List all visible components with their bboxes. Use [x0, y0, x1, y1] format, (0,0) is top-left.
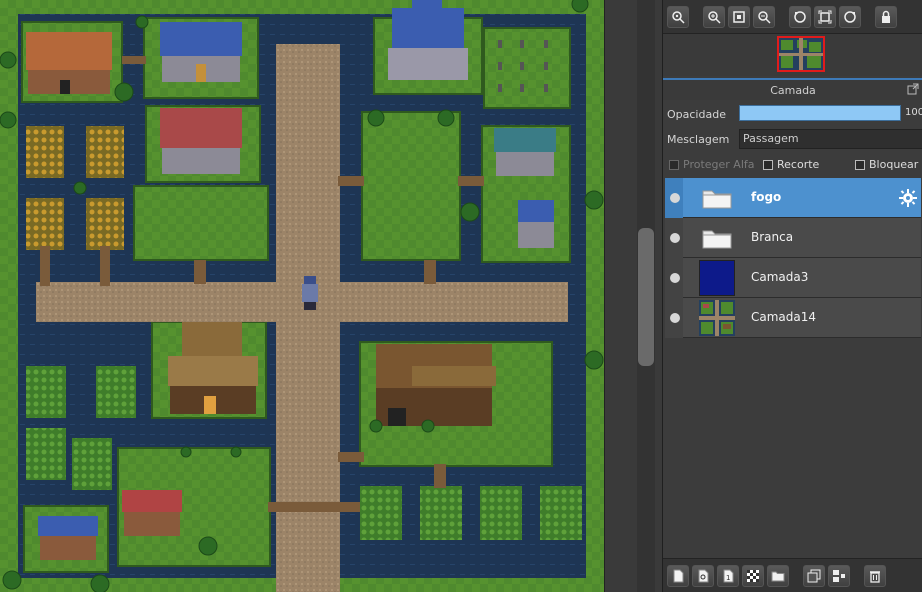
layer-thumbnail-fill	[699, 260, 735, 296]
house-small-blue	[518, 200, 554, 248]
layer-name: Camada14	[751, 310, 817, 324]
clip-label: Recorte	[777, 158, 820, 171]
visibility-toggle-icon[interactable]	[670, 193, 680, 203]
layer-row-fogo[interactable]: fogo	[665, 178, 921, 218]
navigator-thumbnail	[779, 38, 823, 70]
barn	[376, 344, 496, 426]
navigator-lock-icon	[882, 10, 890, 23]
layer-list: fogo Branca Camada3 Camada14	[665, 178, 921, 338]
player-character-sprite[interactable]	[302, 276, 318, 310]
new-vector-layer-icon	[698, 569, 709, 582]
rotate-right-button[interactable]	[839, 5, 861, 28]
zoom-out-button[interactable]	[753, 5, 775, 28]
visibility-toggle-icon[interactable]	[670, 273, 680, 283]
undo-rotate-icon	[794, 10, 806, 23]
new-layer-button[interactable]	[667, 564, 689, 587]
merge-layer-icon	[833, 569, 845, 582]
zoom-reset-icon	[672, 10, 685, 24]
redo-rotate-icon	[844, 10, 856, 23]
popout-icon[interactable]	[907, 83, 919, 95]
protect-alpha-checkbox[interactable]: Proteger Alfa	[669, 158, 755, 171]
checkbox-box	[763, 159, 773, 170]
merge-layer-button[interactable]	[828, 564, 850, 587]
visibility-toggle-icon[interactable]	[670, 313, 680, 323]
fullscreen-button[interactable]	[814, 5, 836, 28]
house-teal-roof	[494, 128, 556, 176]
svg-text:1: 1	[726, 574, 730, 582]
clip-checkbox[interactable]: Recorte	[763, 158, 819, 171]
layer-name: Branca	[751, 230, 794, 244]
layer-row-branca[interactable]: Branca	[665, 218, 921, 258]
opacity-value[interactable]: 100	[905, 107, 922, 118]
new-vector-layer-button[interactable]	[692, 564, 714, 587]
delete-layer-icon	[870, 570, 880, 583]
zoom-reset-button[interactable]	[667, 5, 689, 28]
fullscreen-icon	[818, 10, 832, 23]
layer-panel: Camada Opacidade 100 Mesclagem Passagem …	[662, 0, 922, 592]
duplicate-layer-icon	[807, 569, 821, 582]
house-red-roof	[160, 108, 242, 174]
house-blue-roof-1	[160, 22, 242, 82]
new-folder-button[interactable]	[767, 564, 789, 587]
app-window: Camada Opacidade 100 Mesclagem Passagem …	[0, 0, 922, 592]
protect-alpha-label: Proteger Alfa	[683, 158, 755, 171]
duplicate-layer-button[interactable]	[803, 564, 825, 587]
town-map-illustration	[0, 0, 604, 592]
gear-icon[interactable]	[899, 189, 917, 207]
checkbox-box	[669, 159, 679, 170]
new-mask-icon	[747, 569, 759, 582]
navigator-lock-button[interactable]	[875, 5, 897, 28]
fit-screen-button[interactable]	[728, 5, 750, 28]
checkbox-box	[855, 159, 865, 170]
zoom-in-button[interactable]	[703, 5, 725, 28]
new-mask-button[interactable]	[742, 564, 764, 587]
navigator-viewport-frame[interactable]	[777, 36, 825, 72]
delete-layer-button[interactable]	[864, 564, 886, 587]
visibility-toggle-icon[interactable]	[670, 233, 680, 243]
vertical-scrollbar-thumb[interactable]	[638, 228, 654, 366]
new-folder-icon	[771, 571, 785, 581]
lock-label: Bloquear	[869, 158, 919, 171]
house-blue-small	[38, 516, 98, 560]
blend-mode-label: Mesclagem	[667, 132, 730, 146]
opacity-label: Opacidade	[667, 107, 726, 121]
layer-section-header: Camada	[663, 78, 922, 100]
opacity-slider[interactable]	[739, 105, 901, 121]
new-layer-icon	[673, 569, 684, 582]
layer-lock-options: Proteger Alfa Recorte Bloquear	[663, 154, 922, 176]
layer-row-camada3[interactable]: Camada3	[665, 258, 921, 298]
layer-section-title: Camada	[770, 83, 816, 97]
navigator-preview[interactable]	[663, 34, 922, 76]
blend-mode-select[interactable]: Passagem	[739, 129, 922, 149]
folder-icon	[699, 180, 735, 216]
navigator-toolbar	[663, 0, 922, 34]
layer-name: Camada3	[751, 270, 809, 284]
rotate-left-button[interactable]	[789, 5, 811, 28]
new-layer-from-file-button[interactable]: 1	[717, 564, 739, 587]
house-red-small	[122, 490, 182, 536]
layer-row-camada14[interactable]: Camada14	[665, 298, 921, 338]
layer-actions-bar: 1	[663, 558, 922, 592]
canvas-side-gutter	[604, 0, 662, 592]
house-brick-red	[26, 32, 112, 94]
new-layer-from-file-icon: 1	[723, 569, 734, 582]
lock-checkbox[interactable]: Bloquear	[855, 158, 918, 171]
fit-screen-icon	[733, 10, 745, 23]
layer-thumbnail-map	[699, 300, 735, 336]
map-canvas[interactable]	[0, 0, 604, 592]
church	[388, 0, 468, 80]
zoom-in-icon	[708, 10, 721, 24]
layer-name: fogo	[751, 190, 782, 204]
zoom-out-icon	[758, 10, 771, 24]
folder-icon	[699, 220, 735, 256]
